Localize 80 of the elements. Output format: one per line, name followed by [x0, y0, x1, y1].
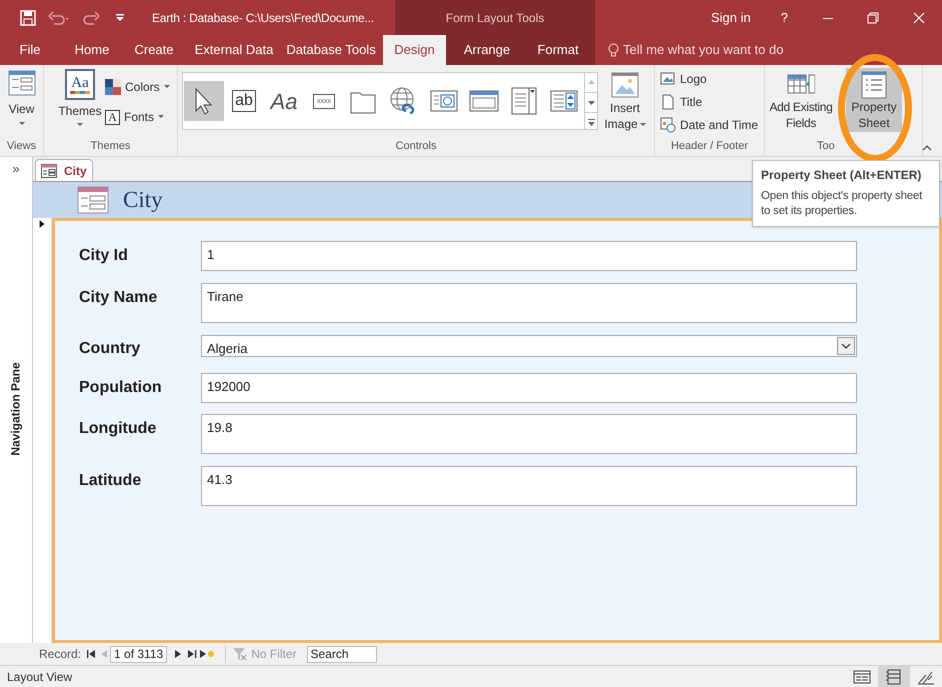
record-position-field[interactable]: 1 of 3113: [110, 646, 168, 662]
pane-label: Navigation Pane: [8, 362, 24, 456]
sign-in-link[interactable]: Sign in: [711, 8, 751, 28]
group-label: Views: [6, 138, 38, 154]
tooltip-title: Property Sheet (Alt+ENTER): [761, 167, 922, 184]
ribbon-tab[interactable]: File: [10, 35, 50, 65]
restore-icon[interactable]: [866, 12, 879, 24]
themes-button[interactable]: Aa Themes: [57, 69, 103, 127]
property-list-icon: [860, 71, 888, 99]
status-text: Layout View: [7, 668, 74, 686]
caret-icon: [640, 122, 646, 127]
combo-box[interactable]: Algeria: [201, 335, 857, 357]
last-record-icon[interactable]: [185, 649, 200, 659]
color-squares-icon: [105, 79, 121, 95]
title-button[interactable]: Title: [660, 92, 758, 112]
datetime-icon: [660, 117, 676, 133]
filter-off-icon: [232, 647, 248, 661]
collapse-ribbon-icon[interactable]: [922, 145, 932, 151]
ribbon-tab[interactable]: Database Tools: [286, 35, 376, 65]
text-field[interactable]: 1: [201, 241, 857, 271]
label-icon[interactable]: Aa: [264, 81, 304, 121]
ribbon-tab[interactable]: Design: [383, 35, 446, 65]
pointer-icon[interactable]: [184, 81, 224, 121]
help-button[interactable]: ?: [780, 8, 788, 28]
text-field[interactable]: Tirane: [201, 283, 857, 323]
record-label: Record:: [39, 646, 82, 663]
property-sheet-button[interactable]: Property Sheet: [846, 68, 902, 132]
field-label: City Name: [79, 288, 158, 308]
document-tab[interactable]: City: [35, 159, 93, 181]
tooltip-text: Open this object's property sheet to set its properties.: [761, 189, 924, 219]
field-label: Population: [79, 378, 163, 398]
form-icon: [41, 164, 57, 178]
group-label: Controls: [394, 138, 438, 154]
customize-icon[interactable]: [116, 14, 124, 22]
group-label: Too: [817, 138, 835, 154]
logo-icon: [660, 71, 676, 87]
view-button[interactable]: View: [5, 70, 38, 128]
lightbulb-icon: [608, 42, 619, 58]
fonts-button[interactable]: A Fonts: [105, 108, 170, 126]
save-icon[interactable]: [20, 10, 36, 26]
search-field[interactable]: Search: [306, 646, 377, 662]
caret-icon: [18, 122, 24, 126]
colors-button[interactable]: Colors: [105, 78, 170, 96]
ribbon-tab[interactable]: External Data: [189, 35, 279, 65]
field-label: Longitude: [79, 419, 158, 439]
close-icon[interactable]: [912, 12, 925, 24]
ribbon-tab[interactable]: Create: [126, 35, 182, 65]
group-label: Themes: [90, 138, 132, 154]
window-title: Earth : Database- C:\Users\Fred\Docume...: [152, 10, 375, 26]
form-title: City: [123, 186, 163, 214]
add-existing-fields-button[interactable]: Add Existing Fields: [768, 68, 834, 132]
field-label: City Id: [79, 246, 129, 266]
caret-icon: [77, 123, 83, 127]
ribbon-tab[interactable]: Arrange: [457, 35, 517, 65]
group-title: Form Layout Tools: [446, 10, 544, 26]
form-icon: [77, 186, 109, 214]
themes-icon: Aa: [65, 69, 95, 100]
fonts-icon: A: [105, 110, 120, 124]
ribbon-tab[interactable]: Format: [531, 35, 585, 65]
title-icon: [660, 94, 676, 110]
caret-icon: [158, 115, 164, 119]
expand-button[interactable]: »: [12, 162, 20, 175]
group-label: Header / Footer: [670, 138, 750, 154]
new-record-icon[interactable]: [199, 649, 216, 659]
field-label: Latitude: [79, 471, 142, 491]
navigation-pane[interactable]: » Navigation Pane: [0, 157, 33, 643]
date-and-time-button[interactable]: Date and Time: [660, 115, 758, 135]
text-field[interactable]: 192000: [201, 373, 857, 403]
layout-view-icon[interactable]: [878, 666, 910, 687]
field-label: Country: [79, 339, 142, 359]
form-view-icon: [8, 70, 36, 96]
insert-image-button[interactable]: Insert Image: [600, 72, 650, 132]
caret-icon: [164, 85, 170, 89]
dropdown-icon[interactable]: [837, 337, 855, 355]
ribbon-tab[interactable]: Home: [63, 35, 121, 65]
image-icon: [611, 72, 639, 98]
text-field[interactable]: 19.8: [201, 414, 857, 454]
tell-me-field[interactable]: Tell me what you want to do: [623, 40, 784, 60]
logo-button[interactable]: Logo: [660, 69, 758, 89]
text-field[interactable]: 41.3: [201, 466, 857, 506]
